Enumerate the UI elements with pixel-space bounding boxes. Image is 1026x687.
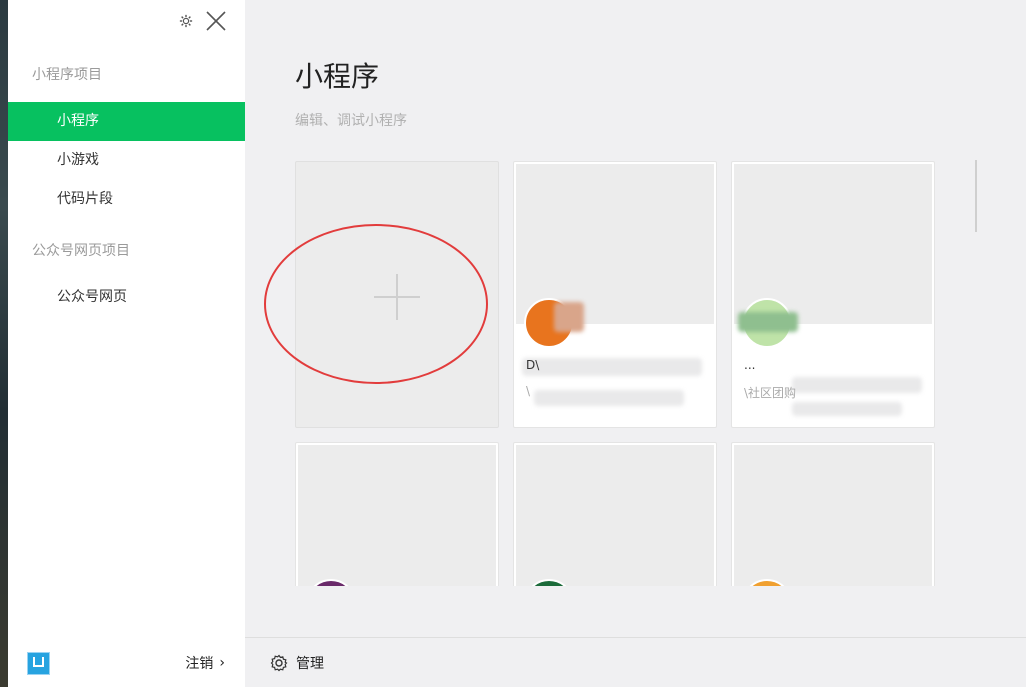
project-cover [298, 445, 496, 586]
manage-label: 管理 [296, 656, 324, 672]
project-card[interactable] [513, 442, 717, 586]
manage-button[interactable]: 管理 [270, 653, 324, 673]
project-path: \社区团购 [744, 386, 797, 400]
chevron-right-icon: › [219, 655, 225, 671]
bottom-bar: 管理 [245, 637, 1026, 687]
project-card[interactable] [731, 442, 935, 586]
page-subtitle: 编辑、调试小程序 [295, 113, 407, 129]
logout-button[interactable]: 注销 › [185, 653, 225, 673]
close-icon[interactable] [205, 10, 227, 32]
gear-icon [270, 654, 288, 672]
page-title: 小程序 [295, 60, 380, 93]
sidebar-item-official-web[interactable]: 公众号网页 [8, 278, 245, 317]
project-cover [516, 445, 714, 586]
sidebar-item-minigame[interactable]: 小游戏 [8, 141, 245, 180]
sidebar-item-code-snippet[interactable]: 代码片段 [8, 180, 245, 219]
project-name: ... [744, 358, 756, 372]
project-card[interactable]: ... \社区团购 [731, 161, 935, 428]
sidebar-top-icons [179, 10, 227, 32]
gear-icon[interactable] [179, 14, 193, 28]
project-card[interactable]: D\ \ [513, 161, 717, 428]
project-card[interactable] [295, 442, 499, 586]
logout-label: 注销 [185, 656, 214, 672]
sidebar: 小程序项目 小程序 小游戏 代码片段 公众号网页项目 公众号网页 注销 › [8, 0, 245, 687]
project-path: \ [526, 384, 531, 398]
scrollbar[interactable] [975, 160, 977, 232]
annotation-ellipse [264, 224, 488, 384]
section-title-miniprogram: 小程序项目 [32, 67, 102, 83]
project-name: D\ [526, 358, 540, 372]
avatar[interactable] [27, 652, 50, 675]
desktop-background [0, 0, 8, 687]
project-cover [734, 445, 932, 586]
sidebar-footer: 注销 › [8, 637, 245, 687]
main-panel: 小程序 编辑、调试小程序 D\ \ ... \社区团购 管理 [245, 0, 1026, 687]
section-title-official-account: 公众号网页项目 [32, 243, 130, 259]
sidebar-item-miniprogram[interactable]: 小程序 [8, 102, 245, 141]
